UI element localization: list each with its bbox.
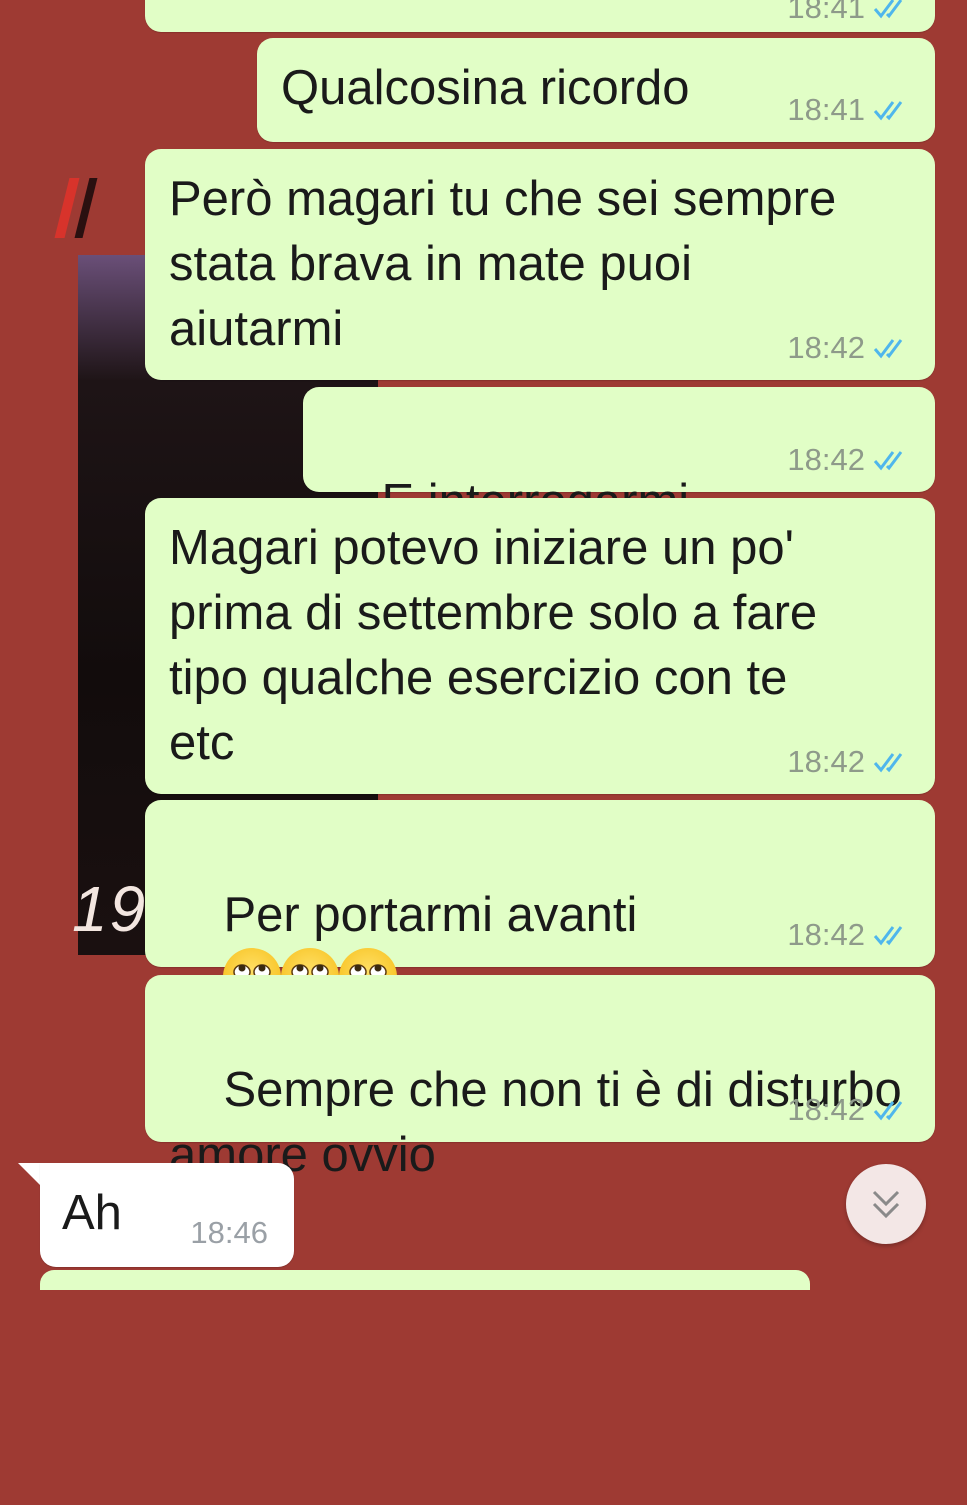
message-time: 18:41 xyxy=(787,0,865,25)
message-time: 18:41 xyxy=(787,92,865,127)
message-bubble-outgoing[interactable]: Però magari tu che sei sempre stata brav… xyxy=(145,149,935,380)
message-time: 18:46 xyxy=(190,1215,268,1250)
message-time: 18:42 xyxy=(787,330,865,365)
message-time: 18:42 xyxy=(787,744,865,779)
message-bubble-outgoing[interactable]: Magari potevo iniziare un po' prima di s… xyxy=(145,498,935,794)
read-ticks-icon xyxy=(873,926,903,946)
read-ticks-icon xyxy=(873,101,903,121)
message-time: 18:42 xyxy=(787,917,865,952)
double-chevron-down-icon xyxy=(872,1190,900,1219)
message-bubble-outgoing[interactable]: E interrogarmi 18:42 xyxy=(303,387,935,593)
message-time: 18:42 xyxy=(787,1092,865,1127)
bubble-tail xyxy=(18,1163,40,1185)
message-bubble-partial[interactable] xyxy=(40,1270,810,1290)
message-time: 18:42 xyxy=(787,442,865,477)
message-bubble-incoming[interactable]: Ah 18:46 xyxy=(40,1163,294,1267)
message-bubble-outgoing[interactable]: Qualcosina ricordo 18:41 xyxy=(257,38,935,142)
message-text: Magari potevo iniziare un po' prima di s… xyxy=(169,521,818,770)
message-text: Per portarmi avanti xyxy=(223,888,638,942)
read-ticks-icon xyxy=(873,0,903,19)
wallpaper-stripe xyxy=(74,178,98,238)
read-ticks-icon xyxy=(873,451,903,471)
message-bubble-outgoing[interactable]: Sempre che non ti è di disturbo amore ov… xyxy=(145,975,935,1246)
read-ticks-icon xyxy=(873,753,903,773)
message-bubble-outgoing[interactable]: Per portarmi avanti 18:42 xyxy=(145,800,935,1006)
scroll-to-bottom-button[interactable] xyxy=(846,1164,926,1244)
message-bubble-partial[interactable]: 18:41 xyxy=(145,0,935,32)
read-ticks-icon xyxy=(873,339,903,359)
read-ticks-icon xyxy=(873,1101,903,1121)
wallpaper-text: 19 xyxy=(72,873,148,945)
